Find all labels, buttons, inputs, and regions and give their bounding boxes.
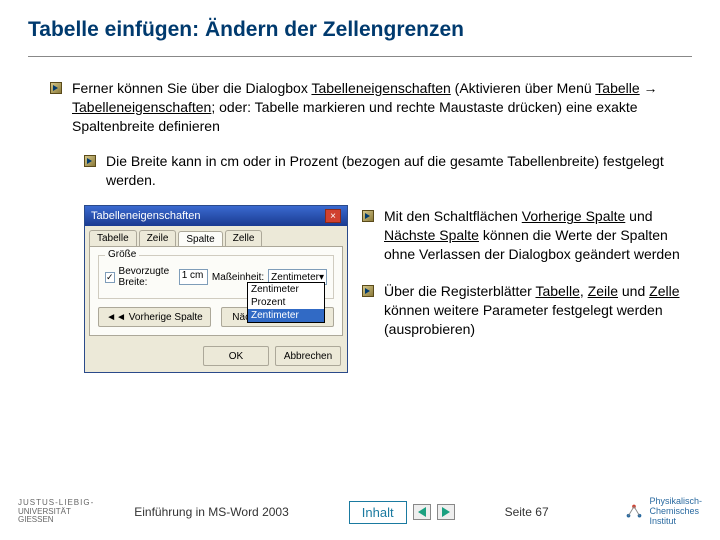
bullet-1-text: Ferner können Sie über die Dialogbox Tab… (72, 79, 692, 136)
triangle-left-icon (418, 507, 426, 517)
page-number: Seite 67 (505, 505, 549, 519)
dd-item[interactable]: Zentimeter (248, 283, 324, 296)
checkbox-width[interactable]: ✓ (105, 272, 115, 283)
prev-slide-button[interactable] (413, 504, 431, 520)
bullet-icon (50, 81, 62, 99)
ok-button[interactable]: OK (203, 346, 269, 366)
next-slide-button[interactable] (437, 504, 455, 520)
bullet-icon (362, 209, 374, 227)
tab-zelle[interactable]: Zelle (225, 230, 263, 246)
bullet-3: Mit den Schaltflächen Vorherige Spalte u… (362, 207, 692, 264)
bullet-2-text: Die Breite kann in cm oder in Prozent (b… (106, 152, 692, 190)
bullet-3-text: Mit den Schaltflächen Vorherige Spalte u… (384, 207, 692, 264)
divider (28, 56, 692, 57)
cancel-button[interactable]: Abbrechen (275, 346, 341, 366)
university-logo: JUSTUS-LIEBIG- UNIVERSITÄT GIESSEN (18, 499, 94, 525)
checkbox-label: Bevorzugte Breite: (119, 266, 175, 288)
institute-logo: Physikalisch- Chemisches Institut (623, 497, 702, 527)
dialog-titlebar: Tabelleneigenschaften × (85, 206, 347, 226)
slide-title: Tabelle einfügen: Ändern der Zellengrenz… (28, 18, 692, 42)
tab-zeile[interactable]: Zeile (139, 230, 177, 246)
dialog-screenshot: Tabelleneigenschaften × Tabelle Zeile Sp… (84, 205, 348, 373)
molecule-icon (623, 501, 645, 523)
triangle-right-icon (442, 507, 450, 517)
prev-column-button[interactable]: ◄◄ Vorherige Spalte (98, 307, 211, 327)
dialog-title-text: Tabelleneigenschaften (91, 210, 200, 222)
close-icon[interactable]: × (325, 209, 341, 223)
footer: JUSTUS-LIEBIG- UNIVERSITÄT GIESSEN Einfü… (0, 484, 720, 540)
dd-item-selected[interactable]: Zentimeter (248, 309, 324, 322)
bullet-4-text: Über die Registerblätter Tabelle, Zeile … (384, 282, 692, 339)
group-label: Größe (105, 249, 139, 260)
tab-spalte[interactable]: Spalte (178, 231, 222, 247)
dd-item[interactable]: Prozent (248, 296, 324, 309)
tab-tabelle[interactable]: Tabelle (89, 230, 137, 246)
bullet-4: Über die Registerblätter Tabelle, Zeile … (362, 282, 692, 339)
width-input[interactable]: 1 cm (179, 269, 208, 285)
bullet-2: Die Breite kann in cm oder in Prozent (b… (84, 152, 692, 190)
bullet-1: Ferner können Sie über die Dialogbox Tab… (50, 79, 692, 136)
bullet-icon (84, 154, 96, 172)
unit-dropdown[interactable]: Zentimeter Prozent Zentimeter (247, 282, 325, 323)
toc-button[interactable]: Inhalt (349, 501, 407, 524)
bullet-icon (362, 284, 374, 302)
course-name: Einführung in MS-Word 2003 (134, 505, 289, 519)
unit-label: Maßeinheit: (212, 272, 264, 283)
